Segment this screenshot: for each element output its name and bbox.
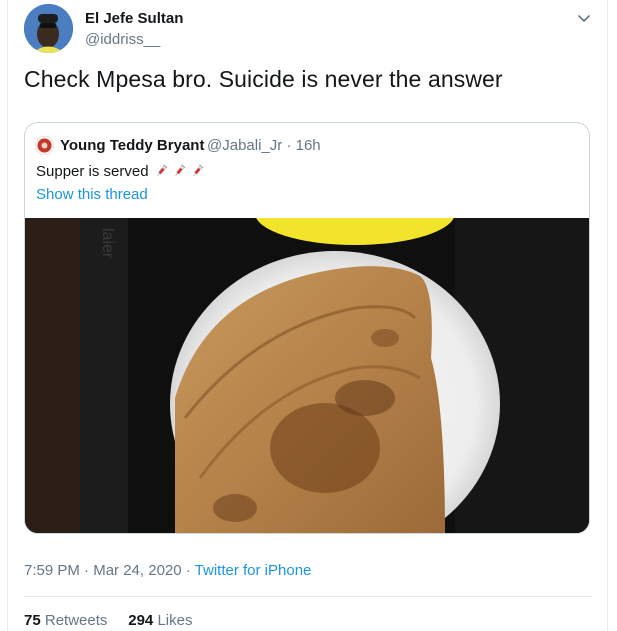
meta-separator: ·	[79, 562, 94, 579]
chevron-down-icon[interactable]	[574, 9, 594, 29]
likes-label: Likes	[157, 612, 193, 629]
quoted-time: · 16h	[286, 137, 321, 154]
quoted-author-name: Young Teddy Bryant	[60, 137, 205, 154]
divider	[24, 596, 592, 597]
tweet-time: 7:59 PM	[24, 562, 80, 579]
tweet-date: Mar 24, 2020	[93, 562, 182, 579]
card-border-right	[607, 0, 608, 631]
meta-separator: ·	[181, 562, 195, 579]
syringe-icon	[157, 164, 167, 176]
syringe-icon	[175, 164, 185, 176]
quoted-handle-time: @Jabali_Jr · 16h	[207, 137, 321, 154]
show-thread-link[interactable]: Show this thread	[36, 186, 148, 203]
tweet-stats: 75 Retweets 294 Likes	[24, 612, 192, 629]
likes-count: 294	[128, 612, 154, 629]
retweets-label: Retweets	[44, 612, 108, 629]
retweets-stat[interactable]: 75 Retweets	[24, 612, 107, 629]
tweet-text: Check Mpesa bro. Suicide is never the an…	[24, 66, 503, 92]
svg-text:laier: laier	[99, 228, 116, 259]
retweets-count: 75	[24, 612, 41, 629]
quoted-author-avatar	[35, 136, 54, 155]
card-border-left	[7, 0, 8, 631]
quoted-text: Supper is served	[36, 163, 149, 180]
syringe-icon	[193, 164, 204, 176]
author-handle[interactable]: @iddriss__	[85, 31, 160, 48]
quoted-author-handle: @Jabali_Jr	[207, 137, 283, 154]
author-avatar[interactable]	[24, 4, 73, 53]
quoted-tweet-text: Supper is served	[36, 163, 204, 180]
likes-stat[interactable]: 294 Likes	[128, 612, 192, 629]
quoted-photo[interactable]: laier	[25, 218, 589, 533]
tweet-source-link[interactable]: Twitter for iPhone	[195, 562, 312, 579]
tweet-meta: 7:59 PM · Mar 24, 2020 · Twitter for iPh…	[24, 562, 311, 579]
quoted-tweet-card[interactable]: Young Teddy Bryant @Jabali_Jr · 16h Supp…	[24, 122, 590, 534]
author-name[interactable]: El Jefe Sultan	[85, 10, 183, 27]
